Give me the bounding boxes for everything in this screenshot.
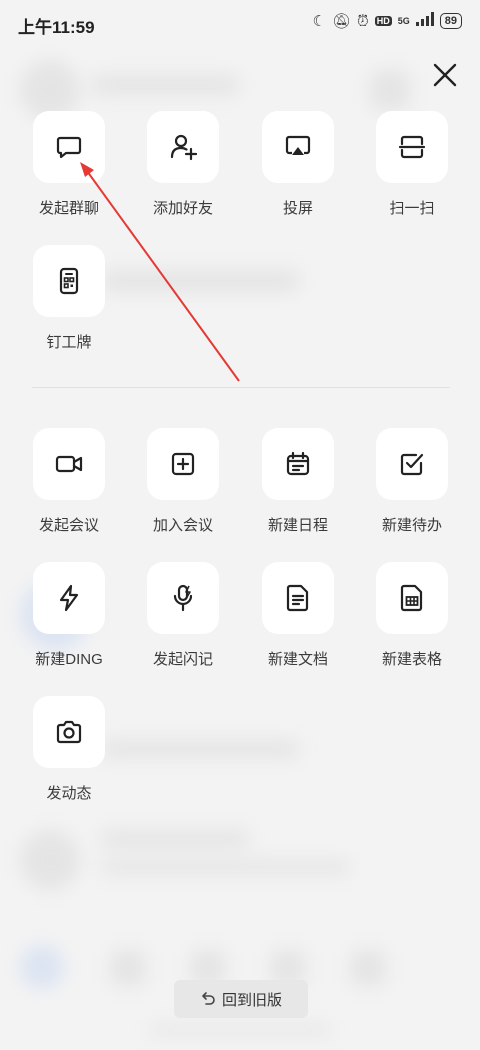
hd-icon: HD <box>374 16 392 26</box>
tile-box <box>376 428 448 500</box>
screen-cast-button[interactable]: 投屏 <box>243 111 353 231</box>
screen-cast-icon <box>285 135 311 155</box>
tile-box <box>33 245 105 317</box>
checkbox-icon <box>400 453 424 476</box>
close-button[interactable] <box>428 58 462 92</box>
tile-box <box>376 111 448 183</box>
start-group-chat-button[interactable]: 发起群聊 <box>14 111 124 231</box>
back-to-old-version-button[interactable]: 回到旧版 <box>174 980 308 1018</box>
tile-box <box>376 562 448 634</box>
tile-box <box>33 562 105 634</box>
tile-box <box>33 696 105 768</box>
tile-label: 新建文档 <box>267 651 328 668</box>
post-moment-button[interactable]: 发动态 <box>14 696 124 816</box>
tile-box <box>262 562 334 634</box>
tile-box <box>262 111 334 183</box>
tile-label: 投屏 <box>282 200 313 217</box>
tile-label: 新建日程 <box>267 517 328 534</box>
plus-square-icon <box>171 452 195 476</box>
add-person-icon <box>170 134 198 161</box>
status-time: 上午11:59 <box>18 18 95 37</box>
network-label: 5G <box>397 16 410 26</box>
badge-icon <box>59 267 79 295</box>
back-to-old-label: 回到旧版 <box>221 991 282 1009</box>
start-flash-note-button[interactable]: 发起闪记 <box>128 562 238 682</box>
tile-label: 发起会议 <box>38 517 99 534</box>
tile-label: 添加好友 <box>152 200 213 217</box>
tile-label: 发起群聊 <box>38 200 99 217</box>
scan-icon <box>398 135 426 159</box>
tile-label: 钉工牌 <box>46 334 92 351</box>
spreadsheet-icon <box>400 584 423 612</box>
add-friend-button[interactable]: 添加好友 <box>128 111 238 231</box>
battery-indicator: 89 <box>439 13 462 29</box>
lightning-icon <box>59 584 79 612</box>
alarm-icon: ⏰︎ <box>357 12 369 30</box>
new-schedule-button[interactable]: 新建日程 <box>243 428 353 548</box>
section-divider <box>32 387 450 388</box>
tile-box <box>147 562 219 634</box>
undo-icon <box>202 992 215 1005</box>
camera-icon <box>56 720 82 744</box>
tile-box <box>33 111 105 183</box>
join-meeting-button[interactable]: 加入会议 <box>128 428 238 548</box>
scan-button[interactable]: 扫一扫 <box>357 111 467 231</box>
status-bar: 上午11:59 ☾ 🔕︎ ⏰︎ HD 5G 89 <box>0 0 480 46</box>
tile-label: 新建DING <box>35 651 103 668</box>
moon-icon: ☾ <box>312 13 326 30</box>
tile-label: 发起闪记 <box>152 651 213 668</box>
video-camera-icon <box>55 455 83 473</box>
tile-box <box>147 111 219 183</box>
tile-label: 加入会议 <box>152 517 213 534</box>
badge-button[interactable]: 钉工牌 <box>14 245 124 365</box>
signal-icon <box>415 12 434 30</box>
tile-label: 新建表格 <box>381 651 442 668</box>
tile-label: 扫一扫 <box>389 200 435 217</box>
calendar-icon <box>286 451 310 476</box>
new-todo-button[interactable]: 新建待办 <box>357 428 467 548</box>
new-document-button[interactable]: 新建文档 <box>243 562 353 682</box>
mute-icon: 🔕︎ <box>331 13 352 30</box>
start-meeting-button[interactable]: 发起会议 <box>14 428 124 548</box>
close-icon <box>433 63 457 87</box>
new-ding-button[interactable]: 新建DING <box>14 562 124 682</box>
tile-box <box>147 428 219 500</box>
chat-bubble-icon <box>56 136 82 159</box>
document-icon <box>286 584 309 612</box>
new-spreadsheet-button[interactable]: 新建表格 <box>357 562 467 682</box>
tile-label: 新建待办 <box>381 517 442 534</box>
tile-box <box>262 428 334 500</box>
microphone-icon <box>173 584 193 612</box>
tile-label: 发动态 <box>46 785 92 802</box>
tile-box <box>33 428 105 500</box>
status-icons: ☾ 🔕︎ ⏰︎ HD 5G 89 <box>313 12 462 30</box>
